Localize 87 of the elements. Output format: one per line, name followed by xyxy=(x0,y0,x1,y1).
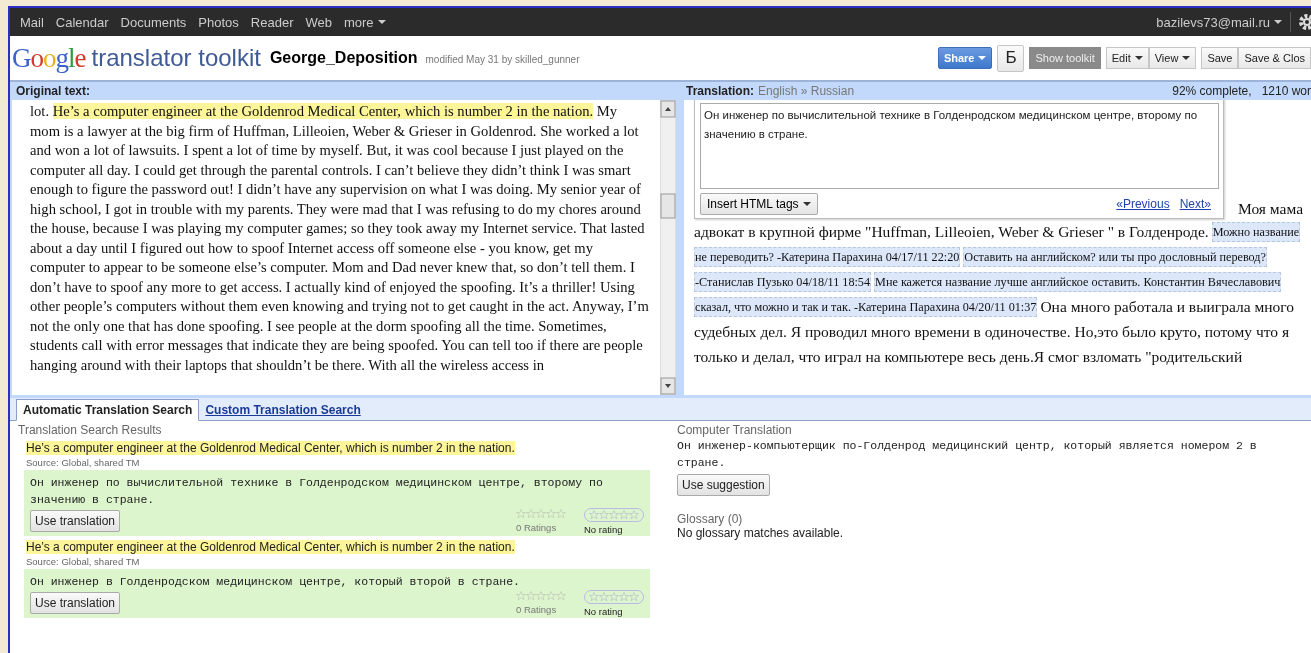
star-icon[interactable] xyxy=(526,509,536,519)
source-info: Source: Global, shared TM xyxy=(25,556,141,567)
use-suggestion-button[interactable]: Use suggestion xyxy=(677,474,770,496)
nav-link[interactable]: Documents xyxy=(120,14,187,30)
star-icon[interactable] xyxy=(609,592,619,602)
star-icon[interactable] xyxy=(599,510,609,520)
star-icon[interactable] xyxy=(516,509,526,519)
caret-icon xyxy=(377,20,386,24)
comment[interactable]: Мне кажется название лучше английское оставить. Константин Вячеславович xyxy=(874,271,1282,292)
toolbar-button[interactable]: Edit xyxy=(1105,47,1149,69)
nav-link[interactable]: Reader xyxy=(250,14,294,30)
next-link[interactable]: Next» xyxy=(1179,197,1211,211)
word-count: 1210 wor xyxy=(1261,84,1311,98)
star-icon[interactable] xyxy=(629,592,639,602)
settings-icon[interactable] xyxy=(1290,12,1311,32)
document-title: George_Deposition xyxy=(269,49,418,67)
logo: Google xyxy=(12,42,86,74)
star-icon[interactable] xyxy=(546,591,556,601)
source-info: Source: Global, shared TM xyxy=(25,457,141,468)
insert-html-button[interactable]: Insert HTML tags xyxy=(700,193,818,215)
scrollbar[interactable] xyxy=(660,100,676,395)
nav-link[interactable]: Web xyxy=(305,14,332,30)
toolbar-button[interactable]: View xyxy=(1148,47,1197,69)
star-icon[interactable] xyxy=(546,509,556,519)
star-icon[interactable] xyxy=(599,592,609,602)
translation-input[interactable]: Он инженер по вычислительной технике в Голденродском медицинском центре, второму по значению в стране. xyxy=(700,103,1219,189)
star-icon[interactable] xyxy=(589,510,599,520)
account-menu[interactable]: bazilevs73@mail.ru xyxy=(1156,14,1282,30)
nav-link[interactable]: more xyxy=(344,14,386,30)
nav-link[interactable]: Mail xyxy=(20,14,44,30)
previous-link[interactable]: «Previous xyxy=(1116,197,1170,211)
star-icon[interactable] xyxy=(556,509,566,519)
glossary-message: No glossary matches available. xyxy=(677,526,845,540)
nav-link[interactable]: Calendar xyxy=(55,14,109,30)
tab[interactable]: Custom Translation Search xyxy=(199,400,367,420)
section-heading: Glossary (0) xyxy=(677,512,744,526)
translated-text: Моя мама xyxy=(1238,199,1304,219)
ratings-count: 0 Ratings xyxy=(516,604,557,615)
source-sentence: He’s a computer engineer at the Goldenrod Medical Center, which is number 2 in the nation. xyxy=(26,540,515,554)
star-icon[interactable] xyxy=(609,510,619,520)
source-sentence: He’s a computer engineer at the Goldenrod Medical Center, which is number 2 in the nation. xyxy=(26,441,515,455)
language-pair: English » Russian xyxy=(758,84,855,98)
panel-heading: Translation: xyxy=(686,84,754,98)
comment[interactable]: сказал, что можно и так и так. -Катерина Парахина 04/20/11 01:37 xyxy=(694,296,1038,317)
comment[interactable]: не переводить? -Катерина Парахина 04/17/11 22:20 xyxy=(694,246,961,267)
comment[interactable]: -Станислав Пузько 04/18/11 18:54 xyxy=(694,271,872,292)
caret-icon xyxy=(1182,56,1191,60)
section-heading: Computer Translation xyxy=(677,423,793,437)
toolbar-button[interactable]: Share xyxy=(937,47,993,69)
section-heading: Translation Search Results xyxy=(18,423,163,437)
caret-icon xyxy=(1274,20,1282,24)
panel-heading: Original text: xyxy=(16,84,90,98)
caret-icon xyxy=(1134,56,1143,60)
tab[interactable]: Automatic Translation Search xyxy=(16,399,200,421)
caret-icon xyxy=(978,56,987,60)
ratings-count: 0 Ratings xyxy=(516,522,557,533)
star-icon[interactable] xyxy=(629,510,639,520)
star-icon[interactable] xyxy=(536,591,546,601)
machine-translation: Он инженер-компьютерщик по-Голденрод медицинский центр, который является номером 2 в стране. xyxy=(677,438,1258,471)
translated-text: адвокат в крупной фирме "Huffman, Lilleoien, Weber & Grieser " в Голденроде. xyxy=(694,221,1209,242)
translation-text: Он инженер по вычислительной технике в Голденродском медицинском центре, второму по значению в стране. xyxy=(30,475,604,508)
translated-text: Она много работала и выиграла много xyxy=(1040,296,1295,317)
modified-info: modified May 31 by skilled_gunner xyxy=(425,54,580,65)
translated-text: только и делал, что играл на компьютере весь день.Я смог взломать "родительский xyxy=(694,346,1243,367)
star-icon[interactable] xyxy=(619,510,629,520)
source-text: lot. He’s a computer engineer at the Goldenrod Medical Center, which is number 2 in the nation. My mom is a lawyer at the big firm of Huffman, Lilleoien, Weber & Grieser in Goldenrod. She worked a lot and won a lot of lawsuits. I spent a lot of time by myself. But, it was cool because I just played on the computer all day. I could get through the parental controls. I can’t believe they didn’t think I was smart enough to figure the password out! I didn’t have any supervision on what I was doing. My senior year of high school, I got in trouble with my parents. They were mad that I was refusing to do my chores around the house, because I was playing my computer games; so they took away my Internet service. That lasted about a day until I figured out how to spoof Internet access off someone else - you know, get my computer to appear to be someone else’s computer. Mom and Dad never knew that, so don’t tell them. I don’t have to spoof any more to get access. I actually kind of enjoyed the spoofing. It’s a thriller! Using other people’s computers without them even knowing and trying not to get caught in the act. Anyway, I’m not the only one that has done spoofing. I see people at the dorm spoofing all the time. Sometimes, students call with error messages that indicate they are being spoofed. You can tell too if there are people hanging around with their laptops that shouldn’t be there. With all the wireless access in xyxy=(29,102,650,375)
comment[interactable]: Оставить на английском? или ты про дословный перевод? xyxy=(963,246,1267,267)
rating-status: No rating xyxy=(584,606,623,617)
star-icon[interactable] xyxy=(526,591,536,601)
use-translation-button[interactable]: Use translation xyxy=(30,592,121,614)
toolbar-button[interactable]: Save xyxy=(1201,47,1239,69)
caret-icon xyxy=(802,202,811,206)
translated-text: судебных дел. Я проводил много времени в одиночестве. Но,это было круто, потому что я xyxy=(694,321,1290,342)
translation-text: Он инженер в Голденродском медицинском центре, который второй в стране. xyxy=(30,574,521,590)
use-translation-button[interactable]: Use translation xyxy=(30,510,121,532)
product-name: translator toolkit xyxy=(91,44,261,72)
rating-status: No rating xyxy=(584,524,623,535)
star-icon[interactable] xyxy=(619,592,629,602)
nav-link[interactable]: Photos xyxy=(198,14,239,30)
toolbar-button[interactable]: Б xyxy=(997,44,1025,72)
toolbar-button[interactable]: Save & Clos xyxy=(1238,47,1311,69)
star-icon[interactable] xyxy=(516,591,526,601)
progress-text: 92% complete, xyxy=(1172,84,1252,98)
star-icon[interactable] xyxy=(556,591,566,601)
star-icon[interactable] xyxy=(589,592,599,602)
comment[interactable]: Можно название xyxy=(1211,221,1301,242)
star-icon[interactable] xyxy=(536,509,546,519)
